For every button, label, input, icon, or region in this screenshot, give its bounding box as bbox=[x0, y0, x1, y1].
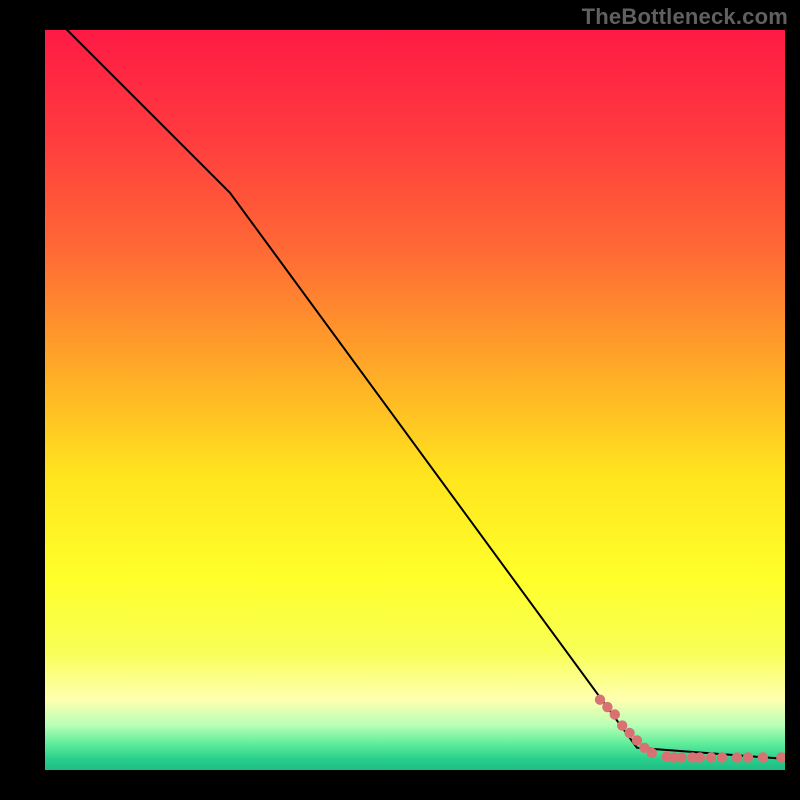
chart-plot bbox=[45, 30, 785, 770]
attribution-text: TheBottleneck.com bbox=[582, 4, 788, 30]
chart-frame: TheBottleneck.com bbox=[0, 0, 800, 800]
